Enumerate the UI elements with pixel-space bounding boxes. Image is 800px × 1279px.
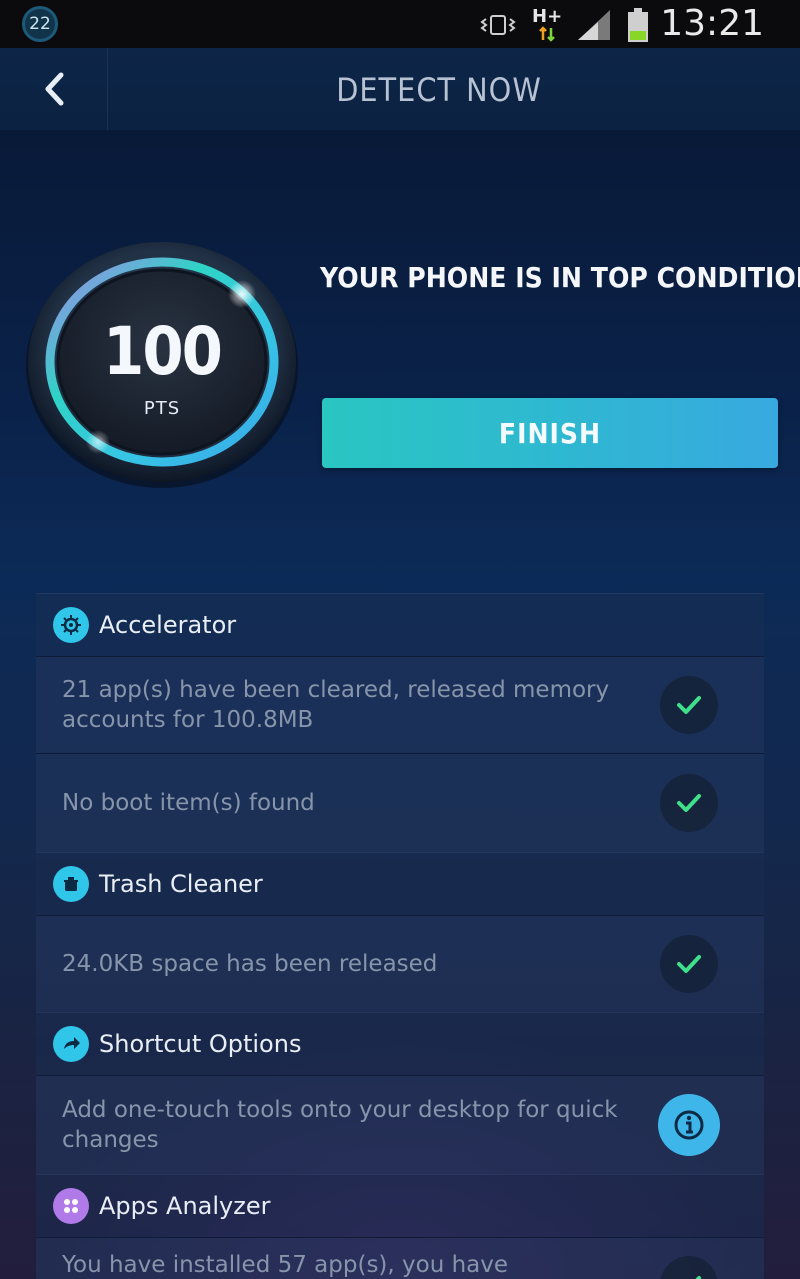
check-icon — [677, 696, 701, 714]
list-item: 24.0KB space has been released — [36, 915, 764, 1012]
signal-icon — [578, 10, 610, 40]
accelerator-icon — [53, 607, 89, 643]
page-title: DETECT NOW — [336, 71, 542, 109]
section-title: Trash Cleaner — [99, 870, 263, 898]
status-time: 13:21 — [660, 3, 764, 44]
check-status — [660, 676, 718, 734]
apps-analyzer-icon — [53, 1188, 89, 1224]
check-status — [660, 935, 718, 993]
check-status — [660, 774, 718, 832]
item-text: Add one-touch tools onto your desktop fo… — [62, 1097, 618, 1153]
section-accelerator: Accelerator — [36, 593, 764, 656]
list-item: No boot item(s) found — [36, 753, 764, 852]
score-unit: PTS — [143, 398, 181, 419]
section-title: Apps Analyzer — [99, 1192, 271, 1220]
item-text: No boot item(s) found — [62, 790, 315, 816]
check-status — [660, 1256, 718, 1279]
shortcut-arrow-icon — [53, 1026, 89, 1062]
list-item: You have installed 57 app(s), you have — [36, 1237, 764, 1279]
info-icon — [674, 1110, 704, 1140]
section-trash-cleaner: Trash Cleaner — [36, 852, 764, 915]
check-icon — [677, 794, 701, 812]
trash-cleaner-icon — [53, 866, 89, 902]
section-shortcut-options: Shortcut Options — [36, 1012, 764, 1075]
section-title: Shortcut Options — [99, 1030, 302, 1058]
check-icon — [677, 955, 701, 973]
vibrate-icon — [480, 15, 516, 35]
condition-message: YOUR PHONE IS IN TOP CONDITION! — [320, 261, 800, 294]
network-label: H+ — [532, 6, 563, 27]
status-bar: 22 H+ 13:21 — [0, 0, 800, 48]
item-text: 24.0KB space has been released — [62, 951, 438, 977]
network-hplus-icon: H+ — [532, 8, 562, 42]
item-text: You have installed 57 app(s), you have — [62, 1252, 509, 1278]
score-value: 100 — [103, 313, 223, 390]
app-header: DETECT NOW — [0, 48, 800, 131]
back-button[interactable] — [0, 48, 108, 130]
notification-count-badge[interactable]: 22 — [22, 6, 58, 42]
finish-button[interactable]: FINISH — [322, 398, 778, 468]
results-list: Accelerator 21 app(s) have been cleared,… — [36, 593, 764, 1279]
list-item: 21 app(s) have been cleared, released me… — [36, 656, 764, 753]
section-apps-analyzer: Apps Analyzer — [36, 1174, 764, 1237]
list-item: Add one-touch tools onto your desktop fo… — [36, 1075, 764, 1174]
info-button[interactable] — [658, 1094, 720, 1156]
check-icon — [695, 1276, 701, 1279]
section-title: Accelerator — [99, 611, 237, 639]
item-text: 21 app(s) have been cleared, released me… — [62, 677, 610, 733]
battery-icon — [628, 8, 648, 42]
chevron-left-icon — [45, 72, 63, 106]
